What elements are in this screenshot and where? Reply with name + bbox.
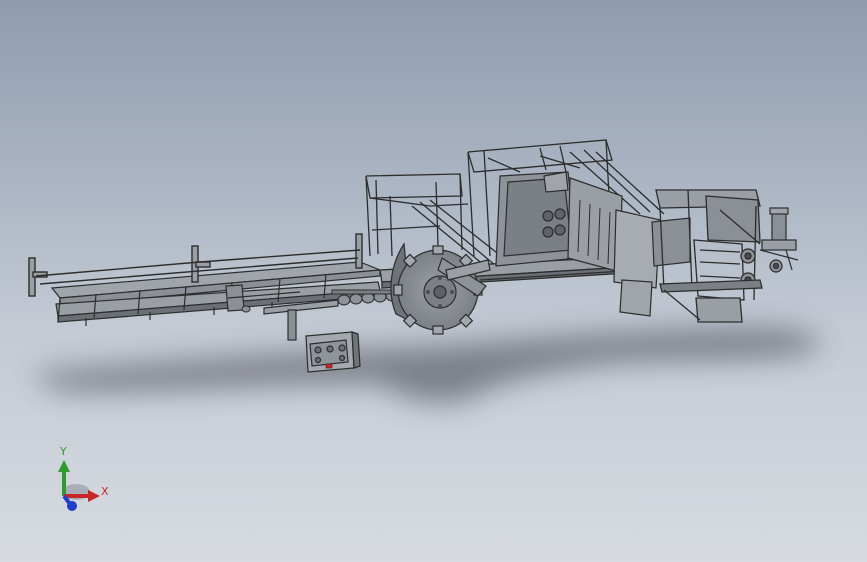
y-axis-label: Y: [60, 445, 67, 458]
infeed-conveyor[interactable]: [50, 261, 381, 326]
coordinate-triad[interactable]: [40, 440, 120, 520]
floor-shadow: [38, 327, 819, 403]
motor[interactable]: [759, 207, 799, 273]
indicator-light: [325, 363, 333, 369]
graphics-viewport[interactable]: Y X: [0, 0, 867, 562]
machine-model[interactable]: [0, 0, 867, 562]
x-axis-label: X: [101, 485, 109, 498]
